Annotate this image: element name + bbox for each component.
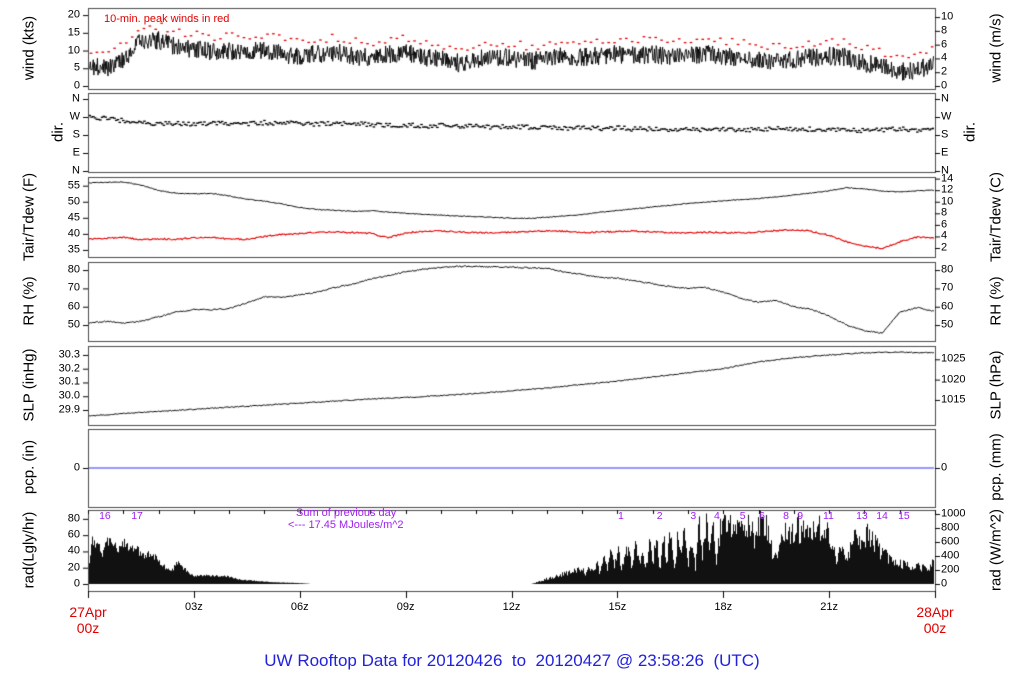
rad-hour-sum-label: 1	[617, 510, 624, 522]
y-tick-label-right: 800	[941, 521, 960, 534]
sum-previous-day-annotation: Sum of previous day	[296, 507, 397, 519]
x-tick-label: 09z	[396, 601, 415, 613]
y-tick-label-left: 40	[67, 227, 80, 240]
y-tick-label-right: 200	[941, 563, 960, 576]
y-tick-label-left: 35	[67, 243, 80, 256]
y-tick-label-right: 1020	[941, 373, 966, 386]
y-tick-label-right: 4	[941, 51, 948, 64]
y-tick-label-left: W	[69, 110, 80, 123]
y-tick-label-right: 50	[941, 318, 954, 331]
y-tick-label-right: 10	[941, 195, 954, 208]
x-tick-label: 21z	[820, 601, 838, 613]
y-tick-label-left: 60	[67, 300, 80, 313]
y-tick-label-left: 30.3	[58, 348, 80, 361]
y-tick-label-left: 30.2	[58, 362, 80, 375]
rad-hour-sum-label: 13	[856, 510, 868, 522]
rad-hour-sum-label: 4	[713, 510, 720, 522]
y-tick-label-right: 4	[941, 229, 948, 242]
x-tick-label: 18z	[714, 601, 733, 613]
y-tick-label-left: 50	[67, 195, 80, 208]
y-tick-label-right: 1025	[941, 352, 966, 365]
y-tick-label-right: 70	[941, 281, 954, 294]
y-tick-label-right: 1000	[941, 507, 966, 520]
peak-winds-annotation: 10-min. peak winds in red	[104, 13, 230, 25]
y-tick-label-right: 6	[941, 218, 948, 231]
y-tick-label-left: 0	[73, 79, 80, 92]
y-tick-label-right: 1015	[941, 393, 966, 406]
y-tick-label-left: 0	[73, 577, 80, 590]
end-date-line1: 28Apr	[916, 604, 954, 620]
y-tick-label-right: 12	[941, 183, 954, 196]
y-tick-label-left: 30.0	[58, 389, 80, 402]
y-tick-label-left: 50	[67, 318, 80, 331]
rad-hour-sum-label: 6	[759, 510, 765, 522]
y-tick-label-left: 45	[67, 211, 80, 224]
y-tick-label-left: 70	[67, 281, 80, 294]
rad-hour-sum-label: 9	[797, 510, 804, 522]
x-tick-label: 06z	[290, 601, 309, 613]
rad-hour-sum-label: 5	[739, 510, 746, 522]
y-tick-label-left: 80	[67, 512, 80, 525]
sum-previous-day-value-annotation: <--- 17.45 MJoules/m^2	[288, 519, 404, 531]
y-tick-label-right: W	[941, 110, 952, 123]
y-tick-label-left: 60	[67, 528, 80, 541]
y-tick-label-left: 20	[67, 561, 80, 574]
rad-hour-sum-label: 11	[822, 510, 834, 522]
rad-hour-sum-label: 3	[690, 510, 697, 522]
y-tick-label-right: 10	[941, 10, 954, 23]
y-tick-label-left: 40	[67, 544, 80, 557]
y-tick-label-left: E	[72, 146, 80, 159]
y-tick-label-right: S	[941, 128, 949, 141]
start-date-line2: 00z	[76, 620, 100, 637]
y-tick-label-left: S	[72, 128, 80, 141]
y-tick-label-right: E	[941, 146, 949, 159]
y-tick-label-right: 6	[941, 38, 948, 51]
y-tick-label-right: 14	[941, 172, 954, 185]
y-tick-label-left: N	[72, 92, 80, 105]
rad-hour-sum-label: 16	[99, 510, 111, 522]
y-tick-label-left: 15	[67, 26, 80, 39]
x-tick-label: 15z	[608, 601, 627, 613]
meteogram-canvas	[0, 0, 1024, 700]
y-tick-label-right: 2	[941, 65, 948, 78]
y-tick-label-left: 20	[67, 8, 80, 21]
rad-hour-sum-label: 14	[876, 510, 888, 522]
chart-title: UW Rooftop Data for 20120426 to 20120427…	[264, 651, 760, 670]
y-tick-label-right: 400	[941, 549, 960, 562]
y-tick-label-left: 0	[73, 461, 80, 474]
y-tick-label-right: 8	[941, 206, 948, 219]
y-tick-label-right: 0	[941, 79, 948, 92]
x-tick-label: 12z	[502, 601, 521, 613]
y-tick-label-right: 80	[941, 263, 954, 276]
y-tick-label-left: 5	[73, 61, 80, 74]
rad-hour-sum-label: 8	[783, 510, 789, 522]
y-tick-label-right: 2	[941, 241, 948, 254]
rad-hour-sum-label: 17	[131, 510, 143, 522]
y-tick-label-right: 60	[941, 300, 954, 313]
y-tick-label-left: 55	[67, 179, 80, 192]
y-tick-label-left: 10	[67, 44, 80, 57]
y-tick-label-left: 80	[67, 263, 80, 276]
y-tick-label-left: 29.9	[58, 403, 80, 416]
x-axis-end-date: 28Apr 00z	[916, 604, 953, 636]
meteogram-page: wind (kts) dir. Tair/Tdew (F) RH (%) SLP…	[0, 0, 1024, 700]
x-axis-start-date: 27Apr 00z	[69, 604, 106, 636]
y-tick-label-right: 8	[941, 24, 948, 37]
x-tick-label: 03z	[185, 601, 203, 613]
y-tick-label-left: 30.1	[58, 375, 80, 388]
y-tick-label-right: N	[941, 92, 949, 105]
y-tick-label-right: 0	[941, 461, 948, 474]
y-tick-label-right: 600	[941, 535, 960, 548]
rad-hour-sum-label: 15	[898, 510, 910, 522]
start-date-line1: 27Apr	[69, 604, 107, 620]
y-tick-label-left: N	[72, 164, 80, 177]
end-date-line2: 00z	[923, 620, 947, 637]
y-tick-label-right: 0	[941, 577, 948, 590]
rad-hour-sum-label: 2	[656, 510, 663, 522]
